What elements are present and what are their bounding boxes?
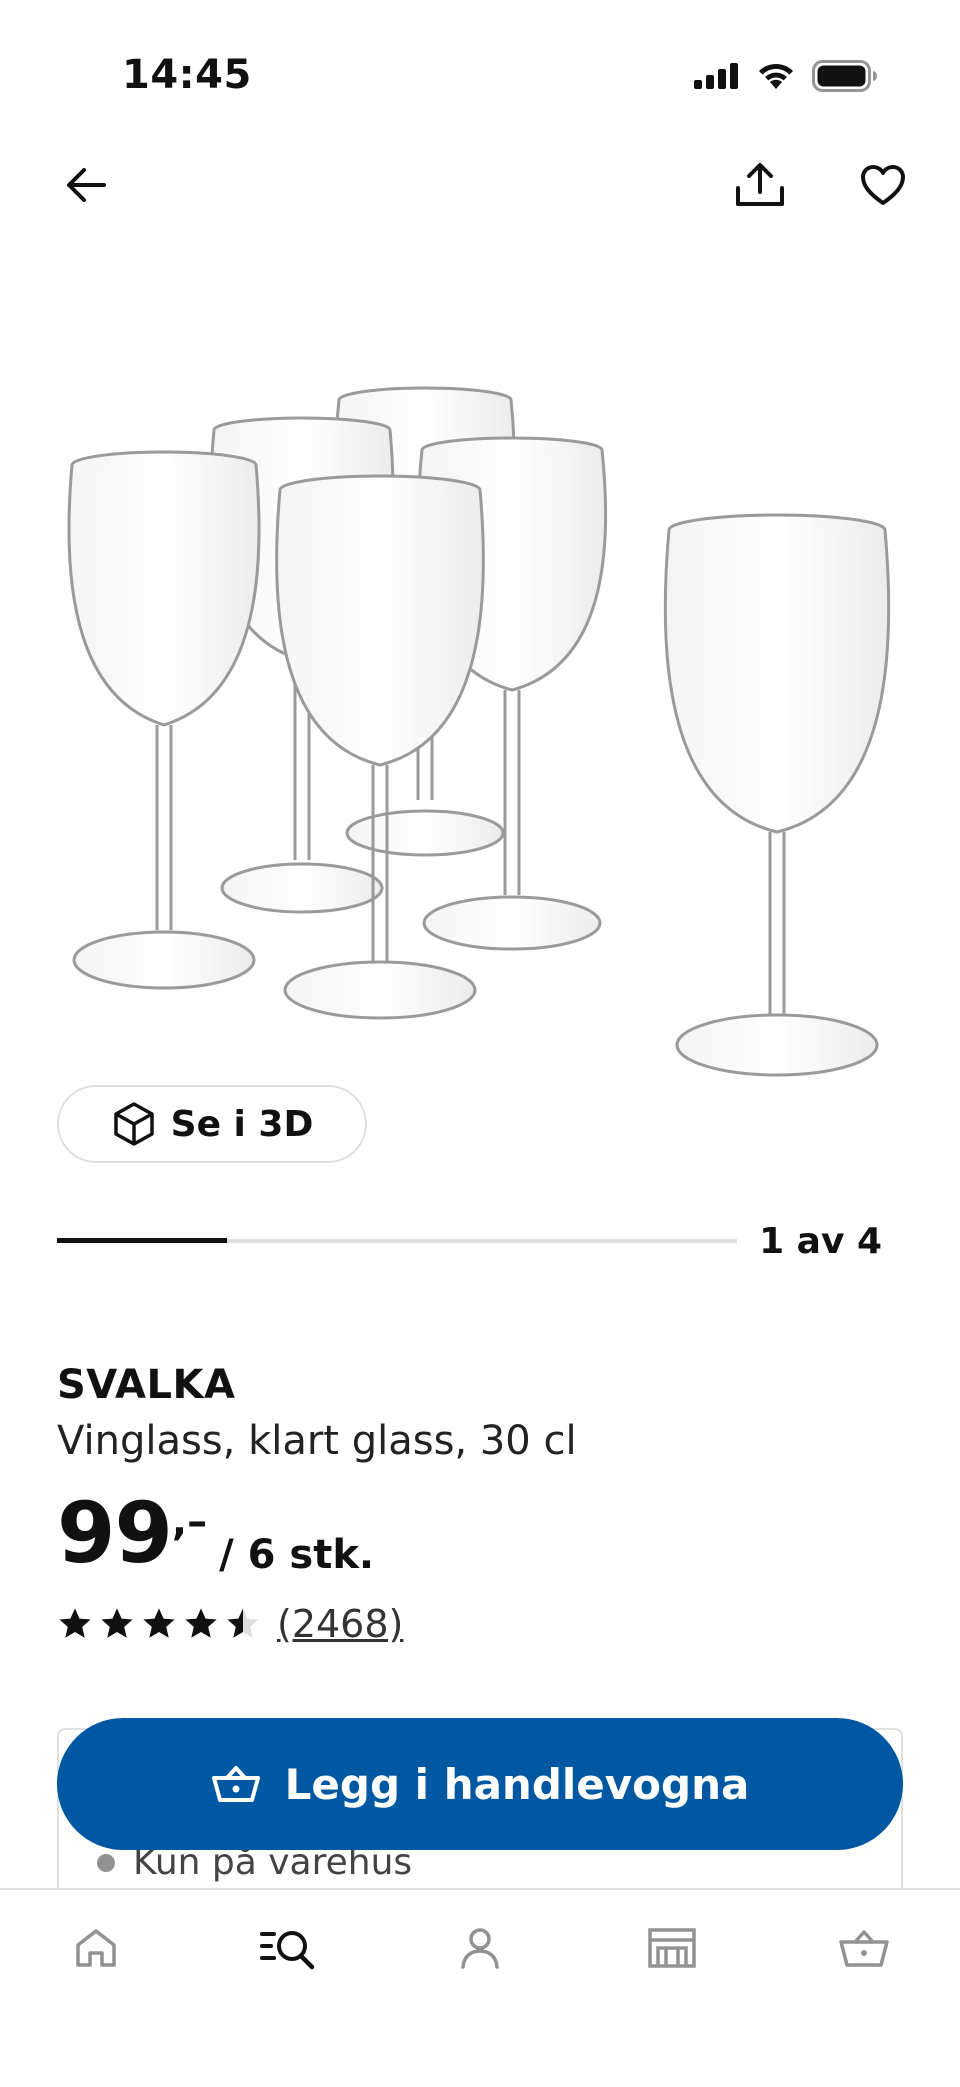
price-unit: / 6 stk. xyxy=(219,1532,375,1578)
stock-status-dot xyxy=(97,1853,115,1872)
heart-icon xyxy=(861,165,905,205)
gallery-progress xyxy=(57,1238,737,1243)
star-icon xyxy=(59,1608,91,1638)
back-button[interactable] xyxy=(46,145,126,225)
rating-stars xyxy=(57,1606,261,1642)
basket-icon xyxy=(211,1766,260,1802)
nav-profile[interactable] xyxy=(384,1890,576,2005)
gallery-progress-fill xyxy=(57,1238,227,1243)
cart-icon xyxy=(839,1929,889,1967)
product-name: SVALKA xyxy=(57,1362,236,1408)
battery-icon xyxy=(812,60,877,92)
favorite-button[interactable] xyxy=(843,145,923,225)
see-in-3d-label: Se i 3D xyxy=(170,1103,314,1145)
status-bar: 14:45 xyxy=(0,0,960,150)
nav-search[interactable] xyxy=(192,1890,384,2005)
share-icon xyxy=(736,163,784,206)
store-icon xyxy=(648,1927,696,1968)
status-time: 14:45 xyxy=(122,52,252,98)
nav-home[interactable] xyxy=(0,1890,192,2005)
see-in-3d-button[interactable]: Se i 3D xyxy=(57,1085,367,1163)
wifi-icon xyxy=(759,63,793,89)
add-to-cart-button[interactable]: Legg i handlevogna xyxy=(57,1718,903,1850)
status-icons xyxy=(694,56,878,96)
rating[interactable]: (2468) xyxy=(57,1602,403,1646)
price-decimal: ,– xyxy=(171,1499,208,1545)
wine-glasses-image[interactable] xyxy=(0,250,960,1100)
search-icon xyxy=(260,1930,315,1969)
profile-icon xyxy=(461,1927,499,1969)
home-icon xyxy=(76,1928,116,1967)
bottom-nav xyxy=(0,1888,960,2087)
wine-glass xyxy=(67,450,261,990)
add-to-cart-label: Legg i handlevogna xyxy=(284,1759,750,1809)
star-icon xyxy=(143,1608,175,1638)
nav-stores[interactable] xyxy=(576,1890,768,2005)
gallery-counter: 1 av 4 xyxy=(759,1221,882,1262)
price: 99 ,– / 6 stk. xyxy=(57,1488,374,1578)
wine-glass xyxy=(663,513,891,1077)
share-button[interactable] xyxy=(720,145,800,225)
star-icon xyxy=(185,1608,217,1638)
price-main: 99 xyxy=(57,1484,173,1582)
star-icon xyxy=(101,1608,133,1638)
nav-cart[interactable] xyxy=(768,1890,960,2005)
rating-count[interactable]: (2468) xyxy=(277,1602,403,1646)
star-icon xyxy=(227,1608,259,1638)
signal-icon xyxy=(694,63,738,89)
back-arrow-icon xyxy=(67,168,106,202)
product-description: Vinglass, klart glass, 30 cl xyxy=(57,1418,577,1464)
cube-icon xyxy=(113,1102,154,1146)
